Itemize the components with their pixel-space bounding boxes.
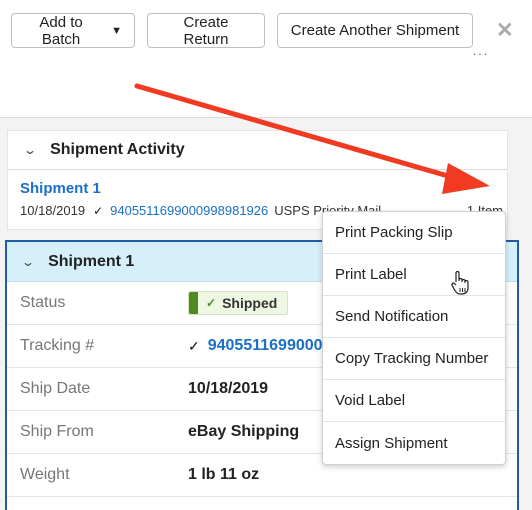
status-bar xyxy=(189,292,198,314)
field-value: 1 lb 11 oz xyxy=(188,466,260,483)
menu-item-void-label[interactable]: Void Label xyxy=(323,380,505,422)
chevron-down-icon: ⌄ xyxy=(20,254,36,269)
add-to-batch-button[interactable]: Add to Batch ▼ xyxy=(11,13,135,48)
field-label: Ship Date xyxy=(20,380,91,397)
menu-item-copy-tracking-number[interactable]: Copy Tracking Number xyxy=(323,338,505,380)
field-label: Weight xyxy=(20,466,70,483)
menu-item-print-label[interactable]: Print Label xyxy=(323,254,505,296)
tracking-number-link[interactable]: 9405511699000998981926 xyxy=(110,203,268,218)
check-icon: ✓ xyxy=(93,203,104,218)
page: Add to Batch ▼ Create Return Create Anot… xyxy=(0,0,532,510)
add-to-batch-label: Add to Batch xyxy=(39,13,83,48)
close-icon[interactable]: ✕ xyxy=(496,20,514,41)
menu-item-assign-shipment[interactable]: Assign Shipment xyxy=(323,422,505,464)
status-badge: ✓ Shipped xyxy=(188,291,289,315)
toolbar: Add to Batch ▼ Create Return Create Anot… xyxy=(0,0,532,117)
more-options-icon[interactable]: ··· xyxy=(472,45,489,61)
menu-item-send-notification[interactable]: Send Notification xyxy=(323,296,505,338)
field-label: Tracking # xyxy=(20,337,95,354)
field-label: Status xyxy=(20,294,66,311)
shipment-detail-title: Shipment 1 xyxy=(48,252,135,270)
shipment-link[interactable]: Shipment 1 xyxy=(20,180,101,197)
shipment-actions-menu: Print Packing Slip Print Label Send Noti… xyxy=(322,211,506,465)
status-text: Shipped xyxy=(222,295,278,311)
shipment-activity-header[interactable]: ⌄ Shipment Activity xyxy=(8,131,507,170)
check-icon: ✓ xyxy=(206,296,217,310)
shipment-activity-title: Shipment Activity xyxy=(50,141,185,158)
create-return-button[interactable]: Create Return xyxy=(147,13,265,48)
shipment-date: 10/18/2019 xyxy=(20,203,86,218)
hand-cursor-icon xyxy=(451,270,469,295)
field-value: eBay Shipping xyxy=(188,423,300,440)
caret-down-icon: ▼ xyxy=(111,24,122,37)
field-label: Ship From xyxy=(20,423,94,440)
field-value-status: ✓ Shipped xyxy=(188,291,289,315)
chevron-down-icon: ⌄ xyxy=(22,143,38,157)
check-icon: ✓ xyxy=(188,337,200,354)
menu-item-print-packing-slip[interactable]: Print Packing Slip xyxy=(323,212,505,254)
field-value: 10/18/2019 xyxy=(188,380,269,397)
create-another-shipment-button[interactable]: Create Another Shipment xyxy=(277,13,473,48)
